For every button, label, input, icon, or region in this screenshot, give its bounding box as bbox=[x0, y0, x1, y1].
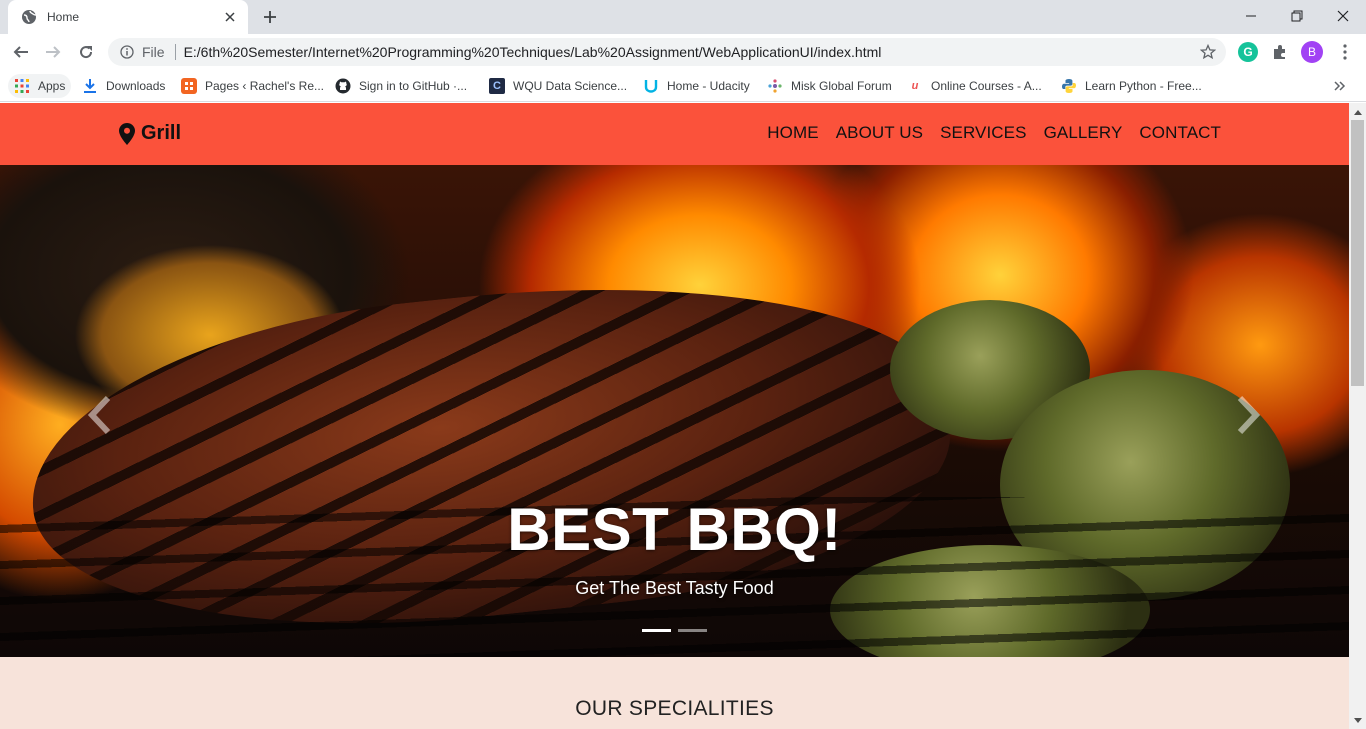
nav-link-home[interactable]: HOME bbox=[767, 123, 818, 143]
page-viewport: Grill HOME ABOUT US SERVICES GALLERY CON… bbox=[0, 103, 1366, 729]
bookmark-star-icon[interactable] bbox=[1200, 44, 1216, 60]
bookmark-python[interactable]: Learn Python - Free... bbox=[1061, 74, 1202, 98]
hero-subtitle: Get The Best Tasty Food bbox=[575, 578, 774, 598]
bookmark-label: Home - Udacity bbox=[667, 79, 750, 93]
carousel-prev-button[interactable] bbox=[80, 385, 120, 445]
web-page: Grill HOME ABOUT US SERVICES GALLERY CON… bbox=[0, 103, 1349, 729]
nav-link-about-us[interactable]: ABOUT US bbox=[836, 123, 923, 143]
url-text[interactable]: E:/6th%20Semester/Internet%20Programming… bbox=[184, 44, 882, 60]
restore-button[interactable] bbox=[1274, 0, 1320, 32]
main-menu: HOME ABOUT US SERVICES GALLERY CONTACT bbox=[750, 123, 1221, 143]
back-button[interactable] bbox=[9, 40, 33, 64]
specialities-section: OUR SPECIALITIES bbox=[0, 657, 1349, 729]
grammarly-extension-icon[interactable]: G bbox=[1238, 42, 1258, 62]
profile-avatar[interactable]: B bbox=[1301, 41, 1323, 63]
bookmark-label: WQU Data Science... bbox=[513, 79, 628, 93]
close-tab-icon[interactable] bbox=[222, 9, 238, 25]
bookmark-label: Pages ‹ Rachel's Re... bbox=[205, 79, 325, 93]
scroll-thumb[interactable] bbox=[1351, 120, 1364, 386]
site-brand[interactable]: Grill bbox=[119, 122, 181, 145]
site-navbar: Grill HOME ABOUT US SERVICES GALLERY CON… bbox=[0, 103, 1349, 165]
nav-link-services[interactable]: SERVICES bbox=[940, 123, 1026, 143]
browser-toolbar: File E:/6th%20Semester/Internet%20Progra… bbox=[0, 34, 1366, 70]
bookmark-wqu[interactable]: C WQU Data Science... bbox=[489, 74, 627, 98]
carousel-indicators bbox=[642, 629, 714, 632]
bookmark-label: Apps bbox=[38, 79, 66, 93]
carousel-indicator-2[interactable] bbox=[678, 629, 707, 632]
page-scrollbar[interactable] bbox=[1349, 103, 1366, 729]
url-scheme: File bbox=[142, 44, 165, 60]
bookmark-apps[interactable]: Apps bbox=[8, 74, 72, 98]
misk-icon bbox=[767, 78, 783, 94]
reload-button[interactable] bbox=[74, 40, 98, 64]
bookmark-label: Downloads bbox=[106, 79, 166, 93]
bookmark-label: Sign in to GitHub ·... bbox=[359, 79, 468, 93]
extensions-puzzle-icon[interactable] bbox=[1270, 42, 1290, 62]
bookmark-github[interactable]: Sign in to GitHub ·... bbox=[335, 74, 467, 98]
url-separator bbox=[174, 44, 176, 60]
section-title: OUR SPECIALITIES bbox=[575, 697, 774, 720]
globe-icon bbox=[21, 9, 37, 25]
browser-tab-home[interactable]: Home bbox=[8, 0, 248, 34]
new-tab-button[interactable] bbox=[258, 7, 282, 27]
carousel-next-button[interactable] bbox=[1228, 385, 1268, 445]
scroll-down-arrow-icon[interactable] bbox=[1349, 712, 1366, 729]
nav-link-contact[interactable]: CONTACT bbox=[1139, 123, 1221, 143]
bookmark-misk[interactable]: Misk Global Forum bbox=[767, 74, 892, 98]
address-bar[interactable]: File E:/6th%20Semester/Internet%20Progra… bbox=[108, 38, 1226, 66]
bookmarks-overflow-icon[interactable] bbox=[1334, 74, 1346, 98]
bookmark-label: Online Courses - A... bbox=[931, 79, 1042, 93]
pages-icon bbox=[181, 78, 197, 94]
bookmark-pages[interactable]: Pages ‹ Rachel's Re... bbox=[181, 74, 324, 98]
udacity-icon bbox=[643, 78, 659, 94]
nav-link-gallery[interactable]: GALLERY bbox=[1044, 123, 1123, 143]
minimize-button[interactable] bbox=[1228, 0, 1274, 32]
brand-name: Grill bbox=[141, 122, 182, 144]
bookmark-downloads[interactable]: Downloads bbox=[82, 74, 165, 98]
udemy-icon: u bbox=[911, 80, 919, 92]
map-marker-icon bbox=[119, 122, 135, 145]
bookmark-udemy[interactable]: u Online Courses - A... bbox=[907, 74, 1042, 98]
bookmark-label: Misk Global Forum bbox=[791, 79, 892, 93]
scroll-up-arrow-icon[interactable] bbox=[1349, 103, 1366, 120]
bookmarks-bar: Apps Downloads Pages ‹ Rachel's Re... Si… bbox=[0, 70, 1366, 102]
more-menu-icon[interactable] bbox=[1335, 42, 1355, 62]
wqu-icon: C bbox=[489, 78, 505, 94]
carousel-indicator-1[interactable] bbox=[642, 629, 671, 632]
hero-title: BEST BBQ! bbox=[507, 496, 842, 563]
hero-carousel: BEST BBQ! Get The Best Tasty Food bbox=[0, 165, 1349, 657]
download-icon bbox=[82, 78, 98, 94]
bookmark-label: Learn Python - Free... bbox=[1085, 79, 1202, 93]
python-icon bbox=[1061, 78, 1077, 94]
github-icon bbox=[335, 78, 351, 94]
forward-button[interactable] bbox=[41, 40, 65, 64]
bookmark-udacity[interactable]: Home - Udacity bbox=[643, 74, 750, 98]
tab-title: Home bbox=[47, 10, 80, 24]
close-window-button[interactable] bbox=[1320, 0, 1366, 32]
hero-caption: BEST BBQ! Get The Best Tasty Food bbox=[0, 495, 1349, 599]
apps-grid-icon bbox=[14, 78, 30, 94]
tab-strip: Home bbox=[0, 0, 1366, 34]
info-icon[interactable] bbox=[120, 45, 134, 59]
